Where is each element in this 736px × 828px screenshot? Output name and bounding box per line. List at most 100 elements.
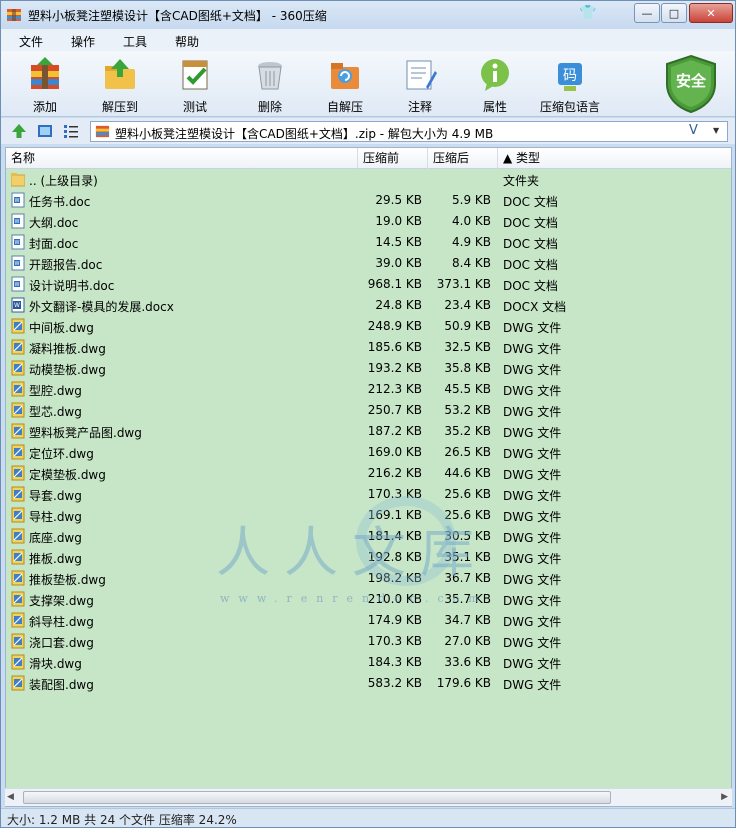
properties-label: 属性: [482, 100, 507, 114]
file-type: DWG 文件: [503, 573, 562, 587]
extract-button[interactable]: 解压到: [90, 55, 150, 115]
column-type[interactable]: ▲ 类型: [498, 148, 731, 169]
test-checklist-icon: [182, 60, 208, 90]
file-type: DWG 文件: [503, 468, 562, 482]
file-row[interactable]: 型芯.dwg 250.7 KB 53.2 KB DWG 文件: [6, 400, 731, 421]
file-packed-size: 4.0 KB: [452, 214, 491, 228]
file-packed-size: 33.6 KB: [444, 655, 491, 669]
file-compressed-size: 250.7 KB: [367, 403, 422, 417]
file-packed-size: 50.9 KB: [444, 319, 491, 333]
menu-tools[interactable]: 工具: [123, 33, 147, 50]
file-row[interactable]: W 开题报告.doc 39.0 KB 8.4 KB DOC 文档: [6, 253, 731, 274]
up-arrow-icon[interactable]: [11, 123, 27, 139]
file-row[interactable]: 动模垫板.dwg 193.2 KB 35.8 KB DWG 文件: [6, 358, 731, 379]
file-row[interactable]: 塑料板凳产品图.dwg 187.2 KB 35.2 KB DWG 文件: [6, 421, 731, 442]
archive-icon: [95, 125, 110, 138]
app-logo-icon: [7, 9, 21, 21]
file-name: 设计说明书.doc: [29, 279, 115, 293]
skin-icon[interactable]: 👕: [579, 3, 597, 23]
file-row[interactable]: 型腔.dwg 212.3 KB 45.5 KB DWG 文件: [6, 379, 731, 400]
file-row[interactable]: 装配图.dwg 583.2 KB 179.6 KB DWG 文件: [6, 673, 731, 694]
file-type: DWG 文件: [503, 405, 562, 419]
horizontal-scrollbar[interactable]: ◀ ▶: [5, 788, 732, 806]
file-row[interactable]: 浇口套.dwg 170.3 KB 27.0 KB DWG 文件: [6, 631, 731, 652]
file-name: 外文翻译-模具的发展.docx: [29, 300, 174, 314]
file-compressed-size: 169.0 KB: [367, 445, 422, 459]
file-compressed-size: 19.0 KB: [375, 214, 422, 228]
language-button[interactable]: 码 压缩包语言: [540, 55, 600, 115]
delete-button[interactable]: 删除: [240, 55, 300, 115]
file-type: DWG 文件: [503, 594, 562, 608]
file-row[interactable]: W 任务书.doc 29.5 KB 5.9 KB DOC 文档: [6, 190, 731, 211]
file-row[interactable]: 导套.dwg 170.3 KB 25.6 KB DWG 文件: [6, 484, 731, 505]
dwg-icon: [11, 654, 25, 670]
file-compressed-size: 216.2 KB: [367, 466, 422, 480]
file-row[interactable]: 定位环.dwg 169.0 KB 26.5 KB DWG 文件: [6, 442, 731, 463]
column-compressed[interactable]: 压缩前: [358, 148, 428, 169]
file-type: DWG 文件: [503, 531, 562, 545]
column-name[interactable]: 名称: [6, 148, 358, 169]
add-button[interactable]: 添加: [15, 55, 75, 115]
file-row[interactable]: 滑块.dwg 184.3 KB 33.6 KB DWG 文件: [6, 652, 731, 673]
file-row[interactable]: 定模垫板.dwg 216.2 KB 44.6 KB DWG 文件: [6, 463, 731, 484]
file-packed-size: 373.1 KB: [436, 277, 491, 291]
column-packed[interactable]: 压缩后: [428, 148, 498, 169]
menu-help[interactable]: 帮助: [175, 33, 199, 50]
file-type: DWG 文件: [503, 384, 562, 398]
file-type: DOC 文档: [503, 237, 558, 251]
file-packed-size: 4.9 KB: [452, 235, 491, 249]
sfx-button[interactable]: 自解压: [315, 55, 375, 115]
file-compressed-size: 193.2 KB: [367, 361, 422, 375]
maximize-button[interactable]: □: [661, 3, 687, 23]
file-compressed-size: 169.1 KB: [367, 508, 422, 522]
dwg-icon: [11, 675, 25, 691]
file-packed-size: 35.1 KB: [444, 550, 491, 564]
path-field[interactable]: 塑料小板凳注塑模设计【含CAD图纸+文档】.zip - 解包大小为 4.9 MB…: [90, 121, 728, 142]
file-packed-size: 23.4 KB: [444, 298, 491, 312]
file-row[interactable]: 支撑架.dwg 210.0 KB 35.7 KB DWG 文件: [6, 589, 731, 610]
minimize-button[interactable]: —: [634, 3, 660, 23]
file-row[interactable]: 导柱.dwg 169.1 KB 25.6 KB DWG 文件: [6, 505, 731, 526]
test-button[interactable]: 测试: [165, 55, 225, 115]
dwg-icon: [11, 612, 25, 628]
file-row[interactable]: 中间板.dwg 248.9 KB 50.9 KB DWG 文件: [6, 316, 731, 337]
file-packed-size: 35.2 KB: [444, 424, 491, 438]
file-row[interactable]: 底座.dwg 181.4 KB 30.5 KB DWG 文件: [6, 526, 731, 547]
file-row[interactable]: W 封面.doc 14.5 KB 4.9 KB DOC 文档: [6, 232, 731, 253]
file-packed-size: 25.6 KB: [444, 487, 491, 501]
menu-operation[interactable]: 操作: [71, 33, 95, 50]
menu-file[interactable]: 文件: [19, 33, 43, 50]
comment-button[interactable]: 注释: [390, 55, 450, 115]
file-row[interactable]: .. (上级目录) 文件夹: [6, 169, 731, 190]
file-compressed-size: 174.9 KB: [367, 613, 422, 627]
file-name: 推板.dwg: [29, 552, 82, 566]
properties-button[interactable]: 属性: [465, 55, 525, 115]
scroll-left-icon[interactable]: ◀: [7, 792, 14, 802]
file-name: 底座.dwg: [29, 531, 82, 545]
dropdown-arrow-icon[interactable]: ▼: [713, 126, 719, 135]
file-type: DWG 文件: [503, 636, 562, 650]
scroll-right-icon[interactable]: ▶: [721, 792, 728, 802]
thumbnail-view-icon[interactable]: [37, 123, 53, 139]
file-row[interactable]: W 外文翻译-模具的发展.docx 24.8 KB 23.4 KB DOCX 文档: [6, 295, 731, 316]
security-shield[interactable]: 安全: [663, 54, 719, 114]
svg-text:W: W: [15, 261, 20, 267]
file-name: 装配图.dwg: [29, 678, 94, 692]
file-row[interactable]: 凝料推板.dwg 185.6 KB 32.5 KB DWG 文件: [6, 337, 731, 358]
file-name: 型腔.dwg: [29, 384, 82, 398]
close-button[interactable]: ✕: [689, 3, 733, 23]
file-row[interactable]: 推板.dwg 192.8 KB 35.1 KB DWG 文件: [6, 547, 731, 568]
dwg-icon: [11, 339, 25, 355]
file-name: 定模垫板.dwg: [29, 468, 106, 482]
dwg-icon: [11, 318, 25, 334]
file-name: 大纲.doc: [29, 216, 79, 230]
scroll-thumb[interactable]: [23, 791, 611, 804]
file-compressed-size: 29.5 KB: [375, 193, 422, 207]
file-row[interactable]: 推板垫板.dwg 198.2 KB 36.7 KB DWG 文件: [6, 568, 731, 589]
file-row[interactable]: 斜导柱.dwg 174.9 KB 34.7 KB DWG 文件: [6, 610, 731, 631]
file-name: 支撑架.dwg: [29, 594, 94, 608]
file-row[interactable]: W 设计说明书.doc 968.1 KB 373.1 KB DOC 文档: [6, 274, 731, 295]
file-row[interactable]: W 大纲.doc 19.0 KB 4.0 KB DOC 文档: [6, 211, 731, 232]
check-icon[interactable]: V: [689, 123, 698, 138]
list-view-icon[interactable]: [63, 123, 79, 139]
